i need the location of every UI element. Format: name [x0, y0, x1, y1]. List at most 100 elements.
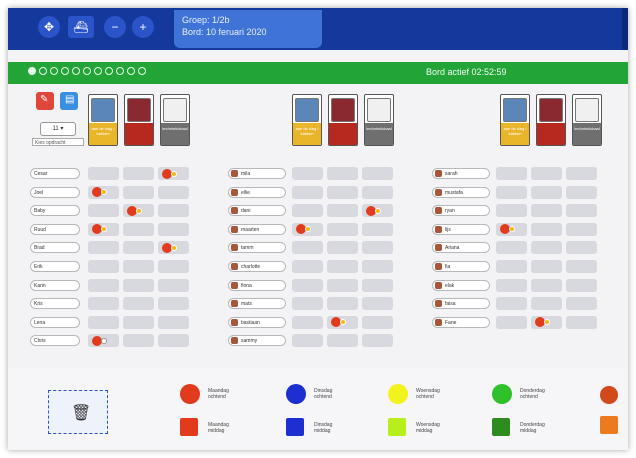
schedule-slot[interactable] — [531, 297, 562, 311]
schedule-slot[interactable] — [88, 167, 119, 180]
student-name-chip[interactable]: sammy — [228, 335, 286, 347]
activity-card[interactable] — [536, 94, 566, 146]
schedule-slot[interactable] — [566, 167, 597, 180]
assignment-marker[interactable] — [162, 168, 177, 179]
schedule-slot[interactable] — [531, 222, 562, 236]
schedule-slot[interactable] — [292, 315, 323, 329]
activity-card[interactable] — [124, 94, 154, 146]
schedule-slot[interactable] — [327, 241, 358, 255]
schedule-slot[interactable] — [292, 260, 323, 273]
student-name-chip[interactable]: mustafa — [432, 186, 490, 198]
resize-arrows-icon[interactable]: ✥ — [38, 16, 60, 38]
assignment-marker[interactable] — [366, 205, 381, 216]
activity-card[interactable]: aan de slag / bakken — [500, 94, 530, 146]
student-name-chip[interactable]: Brad — [30, 242, 80, 254]
trash-dropzone[interactable]: 🗑 — [48, 390, 108, 434]
schedule-slot[interactable] — [123, 315, 154, 329]
student-name-chip[interactable]: Chris — [30, 335, 80, 347]
schedule-slot[interactable] — [566, 241, 597, 255]
schedule-slot[interactable] — [327, 260, 358, 273]
schedule-slot[interactable] — [496, 297, 527, 311]
legend-swatch[interactable] — [286, 418, 304, 436]
schedule-slot[interactable] — [123, 167, 154, 180]
student-name-chip[interactable]: Ruud — [30, 223, 80, 235]
schedule-slot[interactable] — [362, 260, 393, 273]
schedule-slot[interactable] — [496, 241, 527, 255]
activity-card[interactable]: aan de slag / bakken — [292, 94, 322, 146]
schedule-slot[interactable] — [327, 204, 358, 218]
activity-card[interactable]: technieklokaal — [572, 94, 602, 146]
schedule-slot[interactable] — [362, 185, 393, 199]
legend-swatch[interactable] — [492, 418, 510, 436]
schedule-slot[interactable] — [566, 315, 597, 329]
student-name-chip[interactable]: Cesar — [30, 168, 80, 179]
student-name-chip[interactable]: Fane — [432, 316, 490, 328]
schedule-slot[interactable] — [158, 260, 189, 273]
schedule-slot[interactable] — [123, 260, 154, 273]
schedule-slot[interactable] — [158, 315, 189, 329]
student-name-chip[interactable]: Baby — [30, 205, 80, 217]
assignment-marker[interactable] — [92, 335, 107, 346]
student-name-chip[interactable]: mila — [228, 168, 286, 179]
schedule-slot[interactable] — [362, 297, 393, 311]
activity-card[interactable]: technieklokaal — [160, 94, 190, 146]
schedule-slot[interactable] — [327, 222, 358, 236]
legend-swatch-partial[interactable] — [600, 416, 618, 434]
schedule-slot[interactable] — [158, 204, 189, 218]
legend-swatch[interactable] — [286, 384, 306, 404]
assignment-marker[interactable] — [127, 205, 142, 216]
schedule-slot[interactable] — [292, 167, 323, 180]
activity-card[interactable] — [328, 94, 358, 146]
student-name-chip[interactable]: Erik — [30, 261, 80, 272]
schedule-slot[interactable] — [531, 167, 562, 180]
schedule-slot[interactable] — [566, 260, 597, 273]
student-name-chip[interactable]: charlotte — [228, 261, 286, 272]
schedule-slot[interactable] — [327, 278, 358, 292]
activity-card[interactable]: aan de slag / bakken — [88, 94, 118, 146]
schedule-slot[interactable] — [88, 297, 119, 311]
schedule-slot[interactable] — [362, 241, 393, 255]
student-name-chip[interactable]: elak — [432, 279, 490, 291]
schedule-slot[interactable] — [88, 278, 119, 292]
schedule-slot[interactable] — [327, 185, 358, 199]
schedule-slot[interactable] — [531, 204, 562, 218]
schedule-slot[interactable] — [158, 334, 189, 348]
schedule-slot[interactable] — [531, 278, 562, 292]
schedule-slot[interactable] — [496, 204, 527, 218]
schedule-slot[interactable] — [88, 241, 119, 255]
schedule-slot[interactable] — [362, 315, 393, 329]
schedule-slot[interactable] — [88, 204, 119, 218]
legend-swatch[interactable] — [492, 384, 512, 404]
schedule-slot[interactable] — [531, 260, 562, 273]
schedule-slot[interactable] — [158, 222, 189, 236]
schedule-slot[interactable] — [88, 315, 119, 329]
schedule-slot[interactable] — [327, 167, 358, 180]
student-name-chip[interactable]: tamm — [228, 242, 286, 254]
boat-icon[interactable]: ⛴ — [68, 16, 94, 38]
eraser-button[interactable]: ✎ — [36, 92, 54, 110]
assignment-marker[interactable] — [162, 242, 177, 253]
schedule-slot[interactable] — [292, 278, 323, 292]
schedule-slot[interactable] — [158, 278, 189, 292]
schedule-slot[interactable] — [566, 297, 597, 311]
schedule-slot[interactable] — [566, 204, 597, 218]
document-button[interactable]: ▤ — [60, 92, 78, 110]
schedule-slot[interactable] — [496, 185, 527, 199]
schedule-slot[interactable] — [327, 297, 358, 311]
student-name-chip[interactable]: ellie — [228, 186, 286, 198]
schedule-slot[interactable] — [566, 185, 597, 199]
schedule-slot[interactable] — [292, 241, 323, 255]
schedule-slot[interactable] — [327, 334, 358, 348]
schedule-slot[interactable] — [362, 167, 393, 180]
student-name-chip[interactable]: Kris — [30, 298, 80, 310]
activity-card[interactable]: technieklokaal — [364, 94, 394, 146]
student-name-chip[interactable]: Karin — [30, 279, 80, 291]
student-name-chip[interactable]: ryan — [432, 205, 490, 217]
schedule-slot[interactable] — [292, 297, 323, 311]
legend-swatch[interactable] — [180, 418, 198, 436]
plus-icon[interactable]: + — [132, 16, 154, 38]
schedule-slot[interactable] — [362, 222, 393, 236]
student-name-chip[interactable]: faisa — [432, 298, 490, 310]
schedule-slot[interactable] — [496, 260, 527, 273]
schedule-slot[interactable] — [496, 278, 527, 292]
